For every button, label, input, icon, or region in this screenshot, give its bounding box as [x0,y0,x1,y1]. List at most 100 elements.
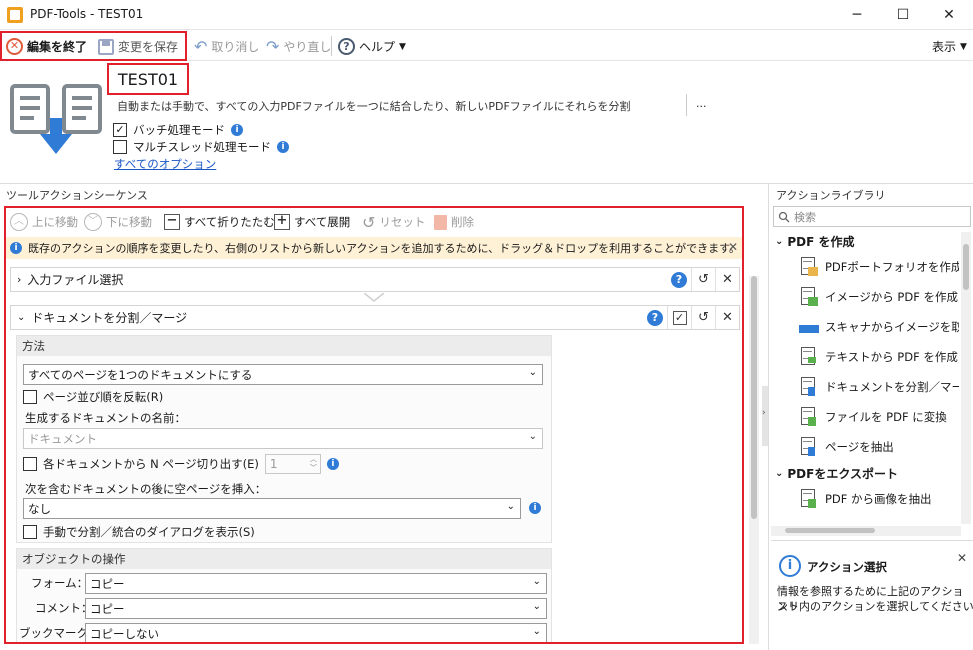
move-down-button[interactable]: ﹀ 下に移動 [84,212,152,232]
save-changes-button[interactable]: 変更を保存 [98,36,178,57]
library-item[interactable]: スキャナからイメージを取得 [799,312,959,342]
close-icon[interactable]: ✕ [957,551,967,565]
panel-split-merge[interactable]: ⌄ ドキュメントを分割／マージ ? ✓ ↺ ✕ [10,305,740,330]
help-menu[interactable]: ? ヘルプ ▼ [338,36,406,57]
collapse-icon: − [164,214,180,230]
undo-icon: ↶ [194,37,208,56]
library-item[interactable]: PDF から画像を抽出 [799,484,932,514]
library-item[interactable]: ドキュメントを分割／マージ [799,372,959,402]
tool-description: 自動または手動で、すべての入力PDFファイルを一つに結合したり、新しいPDFファ… [117,100,631,113]
extract-n-stepper[interactable]: 1 ︿ ﹀ [264,454,321,474]
chevron-down-icon: ▼ [960,41,967,52]
library-search[interactable]: 検索 [773,206,971,227]
app-icon [7,7,23,23]
scrollbar-thumb[interactable] [963,244,969,290]
close-icon[interactable]: ✕ [715,306,739,329]
window-title: PDF-Tools - TEST01 [30,7,144,21]
reset-button[interactable]: ↺ リセット [362,212,425,232]
library-item[interactable]: ページを抽出 [799,432,894,462]
info-icon[interactable]: i [231,124,243,136]
close-icon[interactable]: ✕ [715,268,739,291]
delete-button[interactable]: 削除 [434,212,474,232]
info-icon: i [10,242,22,254]
panel-input-files[interactable]: › 入力ファイル選択 ? ↺ ✕ [10,267,740,292]
expand-all-button[interactable]: + すべて展開 [274,212,350,232]
library-item[interactable]: ファイルを PDF に変換 [799,402,947,432]
split-mode-select[interactable]: すべてのページを1つのドキュメントにする ⌄ [23,364,543,385]
action-info-panel: i アクション選択 ✕ 情報を参照するために上記のアクションリ スト内のアクショ… [771,540,973,650]
multithread-checkbox[interactable] [113,140,127,154]
chevron-down-icon: ⌄ [528,431,537,442]
bookmark-select[interactable]: コピーしない ⌄ [85,623,547,642]
comment-select[interactable]: コピー ⌄ [85,598,547,619]
comment-label: コメント： [35,601,93,615]
redo-button[interactable]: ↷ やり直し [266,36,331,57]
info-icon[interactable]: i [529,502,541,514]
exit-edit-button[interactable]: ✕ 編集を終了 [6,36,87,57]
exit-icon: ✕ [6,38,23,55]
move-up-button[interactable]: ︿ 上に移動 [10,212,78,232]
show-dialog-checkbox[interactable] [23,525,37,539]
reset-icon[interactable]: ↺ [691,306,715,329]
info-icon[interactable]: i [277,141,289,153]
batch-mode-checkbox[interactable]: ✓ [113,123,127,137]
library-item[interactable]: イメージから PDF を作成 [799,282,958,312]
chevron-down-icon: ⌄ [528,367,537,378]
sequence-label: ツールアクションシーケンス [6,189,148,202]
method-group: 方法 すべてのページを1つのドキュメントにする ⌄ ページ並び順を反転(R) 生… [16,335,552,543]
extract-n-option[interactable]: 各ドキュメントから N ページ切り出す(E) 1 ︿ ﹀ i [23,454,339,474]
info-icon[interactable]: i [326,458,339,470]
help-icon[interactable]: ? [643,306,667,329]
show-dialog-option[interactable]: 手動で分割／統合のダイアログを表示(S) [23,524,255,540]
stepper-arrows-icon[interactable]: ︿ ﹀ [310,455,317,473]
extract-n-checkbox[interactable] [23,457,37,471]
scrollbar-thumb[interactable] [785,528,875,533]
search-icon [778,211,790,222]
scanner-icon [799,317,819,337]
search-placeholder: 検索 [794,210,816,224]
insert-blank-select[interactable]: なし ⌄ [23,498,521,519]
category-export-pdf[interactable]: ⌄ PDFをエクスポート [775,464,898,482]
batch-mode-option[interactable]: ✓ バッチ処理モード i [113,122,243,138]
enabled-checkbox[interactable]: ✓ [667,306,691,329]
form-select[interactable]: コピー ⌄ [85,573,547,594]
portfolio-icon [799,257,819,277]
library-scrollbar[interactable] [961,232,971,524]
multithread-option[interactable]: マルチスレッド処理モード i [113,139,289,155]
close-icon[interactable]: ✕ [728,240,738,254]
info-title: アクション選択 [807,560,887,574]
chevron-down-icon: ▼ [399,41,406,52]
reset-icon[interactable]: ↺ [691,268,715,291]
maximize-button[interactable]: ☐ [880,0,926,30]
help-icon[interactable]: ? [667,268,691,291]
info-banner: i 既存のアクションの順序を変更したり、右側のリストから新しいアクションを追加す… [6,237,742,259]
library-item[interactable]: PDFポートフォリオを作成 [799,252,959,282]
library-item[interactable]: テキストから PDF を作成 [799,342,958,372]
chevron-down-icon: ⌄ [775,467,784,479]
sequence-scrollbar[interactable] [749,276,759,644]
reverse-pages-option[interactable]: ページ並び順を反転(R) [23,389,163,405]
extract-images-icon [799,489,819,509]
chevron-right-icon: › [762,408,766,418]
tool-title[interactable]: TEST01 [107,63,189,95]
expand-icon: + [274,214,290,230]
doc-name-select[interactable]: ドキュメント ⌄ [23,428,543,449]
reverse-pages-checkbox[interactable] [23,390,37,404]
more-button[interactable]: ... [696,97,707,110]
chevron-down-icon: ⌄ [532,601,541,612]
sequence-toolbar: ︿ 上に移動 ﹀ 下に移動 − すべて折りたたむ + すべて展開 ↺ リセット … [6,208,742,236]
title-bar: PDF-Tools - TEST01 ─ ☐ ✕ [0,0,973,30]
view-menu[interactable]: 表示 ▼ [932,36,967,57]
extract-pages-icon [799,437,819,457]
library-hscrollbar[interactable] [771,526,961,536]
scrollbar-thumb[interactable] [751,276,757,519]
minimize-button[interactable]: ─ [834,0,880,30]
close-window-button[interactable]: ✕ [926,0,972,30]
desc-divider [686,94,687,116]
convert-to-pdf-icon [799,407,819,427]
all-options-link[interactable]: すべてのオプション [114,156,216,172]
category-create-pdf[interactable]: ⌄ PDF を作成 [775,232,855,250]
toolbar-divider [331,36,332,56]
collapse-all-button[interactable]: − すべて折りたたむ [164,212,275,232]
undo-button[interactable]: ↶ 取り消し [194,36,259,57]
